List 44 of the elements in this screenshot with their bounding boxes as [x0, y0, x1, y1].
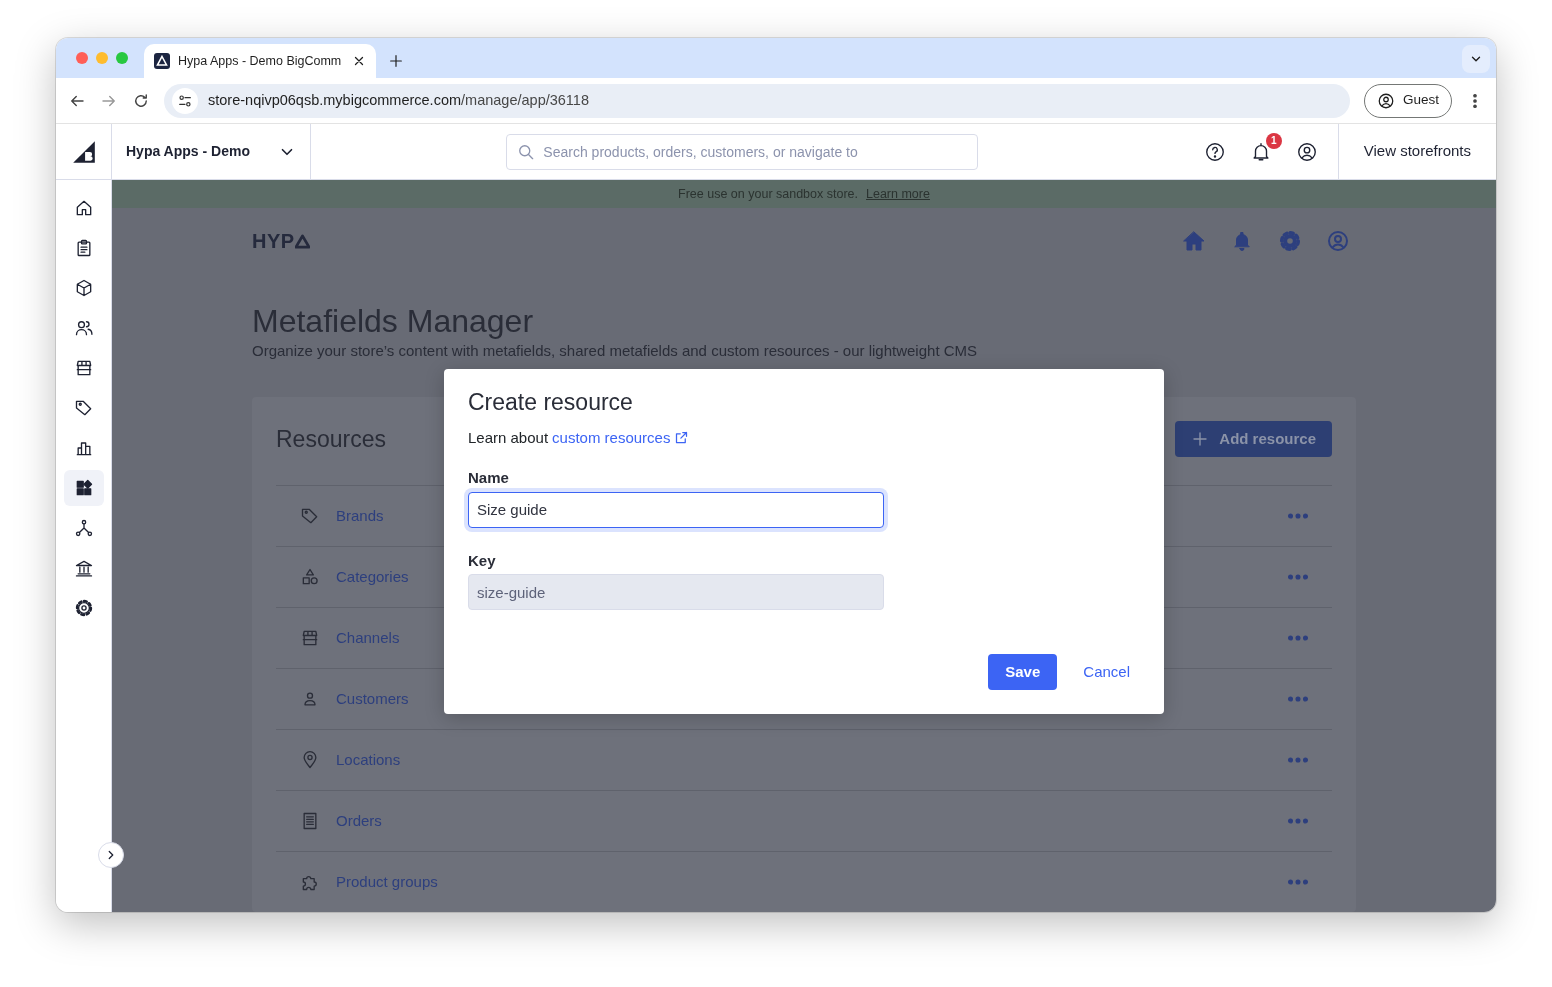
logo-text: HYP [252, 229, 295, 254]
bank-icon [73, 558, 94, 578]
browser-tab[interactable]: Hypa Apps - Demo BigComm [144, 44, 376, 78]
favicon-icon [154, 53, 170, 69]
sidebar-item[interactable] [63, 470, 104, 506]
text-field[interactable]: Size guide [468, 491, 884, 528]
external-link-icon [674, 430, 690, 446]
account-icon[interactable] [1295, 140, 1318, 163]
notification-count: 1 [1265, 132, 1282, 149]
field-label: Name [468, 468, 510, 489]
url-text: store-nqivp06qsb.mybigcommerce.com/manage/app/36118 [208, 90, 589, 110]
profile-button[interactable]: Guest [1363, 83, 1452, 118]
search-field[interactable]: Search products, orders, customers, or navigate to [506, 133, 979, 170]
disabled-text-field: size-guide [468, 574, 884, 611]
settings-icon [73, 598, 94, 618]
shapes-icon [300, 566, 320, 587]
intro-text: Learn about [468, 427, 549, 448]
page-title: Metafields Manager [252, 302, 535, 341]
save-button[interactable]: Save [988, 654, 1058, 691]
banner-text: Free use on your sandbox store. [678, 185, 858, 203]
address-bar[interactable]: store-nqivp06qsb.mybigcommerce.com/manage/app/36118 [164, 83, 1350, 118]
reload-icon[interactable] [132, 91, 150, 110]
field-label: Key [468, 550, 497, 571]
help-icon[interactable] [1203, 140, 1226, 163]
store-selector[interactable]: Hypa Apps - Demo [112, 124, 311, 179]
tab-title: Hypa Apps - Demo BigComm [178, 52, 343, 70]
logo-icon[interactable] [70, 138, 97, 165]
tag-icon [73, 398, 94, 418]
close-icon[interactable] [352, 54, 366, 68]
view-storefronts-link[interactable]: View storefronts [1337, 124, 1496, 179]
sliders-icon [177, 92, 193, 109]
people-icon [73, 318, 94, 338]
add-resource-button[interactable]: Add resource [1175, 420, 1332, 457]
user-icon [1376, 91, 1395, 110]
new-tab-icon[interactable] [388, 53, 404, 69]
cancel-button[interactable]: Cancel [1073, 654, 1140, 691]
card-title: Resources [276, 424, 386, 454]
site-settings-button[interactable] [172, 87, 198, 114]
custom-resources-link[interactable]: custom resources [552, 426, 671, 450]
triangle-icon [294, 233, 310, 249]
network-icon [73, 518, 94, 538]
page-subtitle: Organize your store’s content with metafields, shared metafields and custom resources - our lightweight CMS [252, 341, 979, 362]
plus-icon [1191, 429, 1210, 448]
modal-title: Create resource [468, 389, 634, 417]
